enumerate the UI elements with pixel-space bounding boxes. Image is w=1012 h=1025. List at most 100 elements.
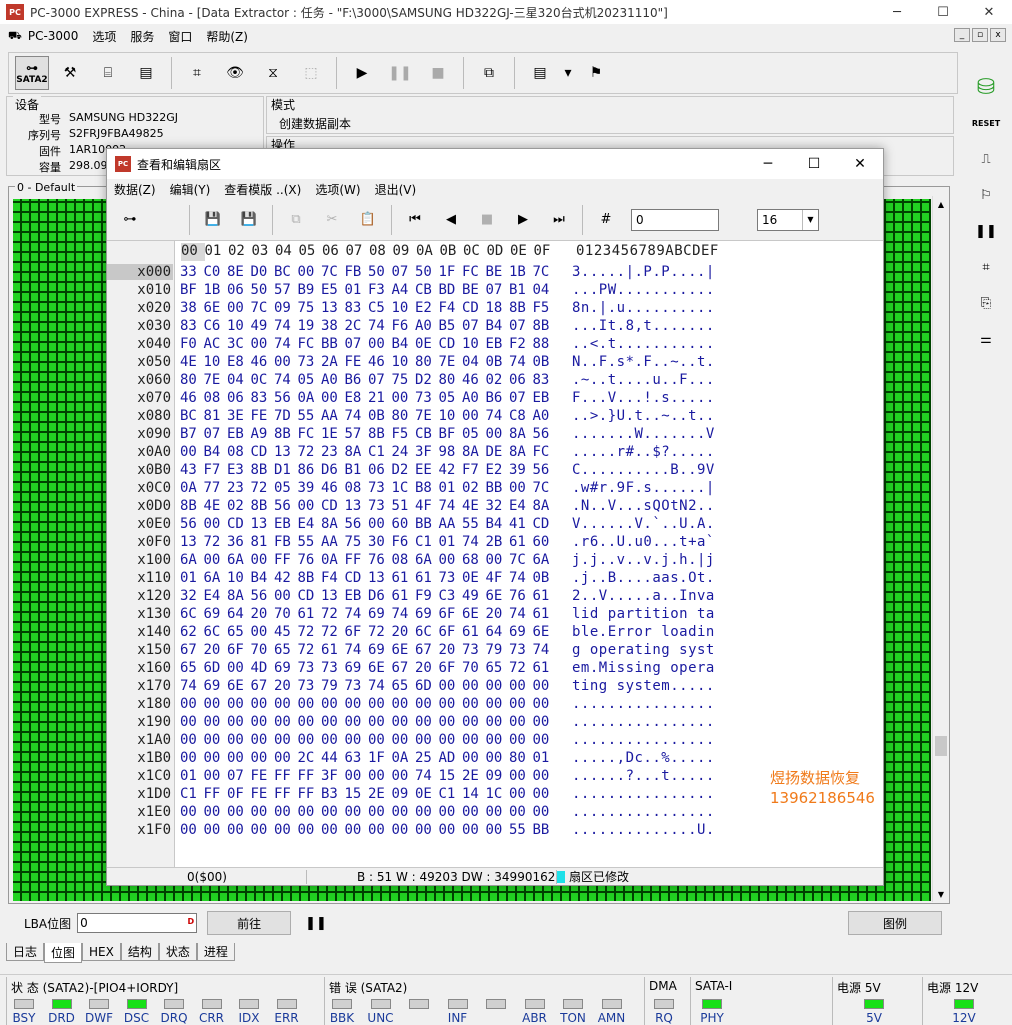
hex-byte[interactable]: 00 bbox=[368, 516, 392, 532]
hex-byte[interactable]: 88 bbox=[533, 336, 557, 352]
hex-byte[interactable]: 00 bbox=[180, 804, 204, 820]
hex-byte[interactable]: 67 bbox=[180, 642, 204, 658]
hex-row[interactable]: x000 33 C0 8E D0 BC 00 7C FB 50 07 50 1F FC BE 1B 7C 3...… bbox=[107, 263, 715, 281]
menu-window[interactable]: 窗口 bbox=[161, 28, 199, 45]
dialog-menu-exit[interactable]: 退出(V) bbox=[368, 181, 424, 198]
hex-byte[interactable]: 10 bbox=[227, 318, 251, 334]
lba-input[interactable]: 0 D bbox=[77, 913, 198, 933]
bitmap-scrollbar[interactable]: ▲ ▼ bbox=[932, 196, 948, 902]
hex-byte[interactable]: 05 bbox=[462, 426, 486, 442]
hex-byte[interactable]: 7C bbox=[533, 480, 557, 496]
hex-byte[interactable]: 0B bbox=[533, 354, 557, 370]
hex-byte[interactable]: 0A bbox=[392, 750, 416, 766]
hex-byte[interactable]: 74 bbox=[274, 336, 298, 352]
hex-byte[interactable]: 76 bbox=[509, 588, 533, 604]
hex-byte[interactable]: 07 bbox=[509, 318, 533, 334]
hex-byte[interactable]: 20 bbox=[439, 642, 463, 658]
hex-byte[interactable]: 80 bbox=[439, 372, 463, 388]
hex-byte[interactable]: B5 bbox=[439, 318, 463, 334]
hex-byte[interactable]: A0 bbox=[415, 318, 439, 334]
hex-byte[interactable]: 00 bbox=[345, 714, 369, 730]
hex-byte[interactable]: 00 bbox=[204, 822, 228, 838]
hex-row[interactable]: x070 46 08 06 83 56 0A 00 E8 21 00 73 05 A0 B6 07 EB F...… bbox=[107, 389, 715, 407]
hex-byte[interactable]: 8A bbox=[509, 444, 533, 460]
goto-offset-button[interactable]: # bbox=[589, 203, 623, 237]
hex-byte[interactable]: 68 bbox=[462, 552, 486, 568]
hex-byte[interactable]: A0 bbox=[533, 408, 557, 424]
hex-byte[interactable]: 8A bbox=[509, 426, 533, 442]
hex-byte[interactable]: 49 bbox=[462, 588, 486, 604]
hex-byte[interactable]: 00 bbox=[486, 732, 510, 748]
hex-byte[interactable]: 00 bbox=[415, 732, 439, 748]
hex-byte[interactable]: A4 bbox=[392, 282, 416, 298]
hex-byte[interactable]: 83 bbox=[533, 372, 557, 388]
mdi-minimize-button[interactable]: _ bbox=[954, 28, 970, 42]
hex-byte[interactable]: 00 bbox=[368, 732, 392, 748]
hex-byte[interactable]: 73 bbox=[462, 642, 486, 658]
hex-byte[interactable]: 6E bbox=[462, 606, 486, 622]
hex-byte[interactable]: 00 bbox=[415, 822, 439, 838]
hex-byte[interactable]: 74 bbox=[486, 408, 510, 424]
hex-byte[interactable]: 00 bbox=[274, 804, 298, 820]
hex-byte[interactable]: 49 bbox=[251, 318, 275, 334]
hex-row-bytes[interactable]: 46 08 06 83 56 0A 00 E8 21 00 73 05 A0 B6 07 EB bbox=[180, 390, 556, 406]
hex-row-ascii[interactable]: .~..t....u..F... bbox=[572, 372, 715, 388]
hex-byte[interactable]: 00 bbox=[227, 660, 251, 676]
hex-byte[interactable]: 73 bbox=[298, 678, 322, 694]
hex-byte[interactable]: FF bbox=[274, 768, 298, 784]
hex-byte[interactable]: 00 bbox=[533, 732, 557, 748]
copy-button[interactable]: ⧉ bbox=[279, 203, 313, 237]
hex-byte[interactable]: 19 bbox=[298, 318, 322, 334]
hex-byte[interactable]: F5 bbox=[533, 300, 557, 316]
hex-row-bytes[interactable]: BF 1B 06 50 57 B9 E5 01 F3 A4 CB BD BE 07 B1 04 bbox=[180, 282, 556, 298]
hex-byte[interactable]: 00 bbox=[204, 732, 228, 748]
hex-byte[interactable]: 00 bbox=[509, 714, 533, 730]
hex-row-bytes[interactable]: 83 C6 10 49 74 19 38 2C 74 F6 A0 B5 07 B4 07 8B bbox=[180, 318, 556, 334]
hex-byte[interactable]: 00 bbox=[439, 714, 463, 730]
hex-byte[interactable]: 00 bbox=[533, 696, 557, 712]
hex-byte[interactable]: 00 bbox=[415, 714, 439, 730]
right-pause-button[interactable]: ❚❚ bbox=[969, 216, 1003, 246]
hex-byte[interactable]: CB bbox=[415, 282, 439, 298]
paste-button[interactable]: 📋 bbox=[351, 203, 385, 237]
hex-byte[interactable]: 00 bbox=[251, 552, 275, 568]
dialog-menu-template[interactable]: 查看模版 ..(X) bbox=[217, 181, 308, 198]
hex-byte[interactable]: 8B bbox=[251, 498, 275, 514]
hex-byte[interactable]: A9 bbox=[251, 426, 275, 442]
hex-byte[interactable]: 50 bbox=[368, 264, 392, 280]
hex-byte[interactable]: 07 bbox=[204, 426, 228, 442]
hex-byte[interactable]: 15 bbox=[345, 786, 369, 802]
hex-byte[interactable]: B6 bbox=[345, 372, 369, 388]
hex-byte[interactable]: FC bbox=[298, 336, 322, 352]
hex-byte[interactable]: BF bbox=[180, 282, 204, 298]
hex-row-bytes[interactable]: 38 6E 00 7C 09 75 13 83 C5 10 E2 F4 CD 18 8B F5 bbox=[180, 300, 556, 316]
hex-byte[interactable]: 00 bbox=[345, 696, 369, 712]
hex-byte[interactable]: 08 bbox=[227, 444, 251, 460]
hex-byte[interactable]: 00 bbox=[462, 696, 486, 712]
hex-byte[interactable]: 51 bbox=[392, 498, 416, 514]
hex-byte[interactable]: FE bbox=[251, 408, 275, 424]
hex-byte[interactable]: F4 bbox=[439, 300, 463, 316]
hex-byte[interactable]: 13 bbox=[251, 516, 275, 532]
hex-byte[interactable]: 6C bbox=[180, 606, 204, 622]
hex-byte[interactable]: 20 bbox=[415, 660, 439, 676]
hex-byte[interactable]: 46 bbox=[251, 354, 275, 370]
hex-byte[interactable]: F7 bbox=[204, 462, 228, 478]
hex-row-bytes[interactable]: 80 7E 04 0C 74 05 A0 B6 07 75 D2 80 46 02 06 83 bbox=[180, 372, 556, 388]
hex-byte[interactable]: 00 bbox=[298, 804, 322, 820]
hex-byte[interactable]: 00 bbox=[274, 822, 298, 838]
hex-byte[interactable]: 00 bbox=[509, 678, 533, 694]
hex-byte[interactable]: 13 bbox=[321, 588, 345, 604]
hex-byte[interactable]: B1 bbox=[509, 282, 533, 298]
hex-byte[interactable]: 0E bbox=[415, 786, 439, 802]
hex-byte[interactable]: C1 bbox=[368, 444, 392, 460]
copy-cancel-button[interactable]: ⎘ bbox=[969, 288, 1003, 318]
hex-row-ascii[interactable]: ................ bbox=[572, 732, 715, 748]
hex-row-bytes[interactable]: 01 6A 10 B4 42 8B F4 CD 13 61 61 73 0E 4F 74 0B bbox=[180, 570, 556, 586]
stop-read-button[interactable]: ■ bbox=[470, 203, 504, 237]
hex-byte[interactable]: D0 bbox=[251, 264, 275, 280]
hex-byte[interactable]: 45 bbox=[274, 624, 298, 640]
hex-row[interactable]: x170 74 69 6E 67 20 73 79 73 74 65 6D 00 00 00 00 00 ting… bbox=[107, 677, 715, 695]
hex-byte[interactable]: 7C bbox=[321, 264, 345, 280]
hex-byte[interactable]: 80 bbox=[509, 750, 533, 766]
